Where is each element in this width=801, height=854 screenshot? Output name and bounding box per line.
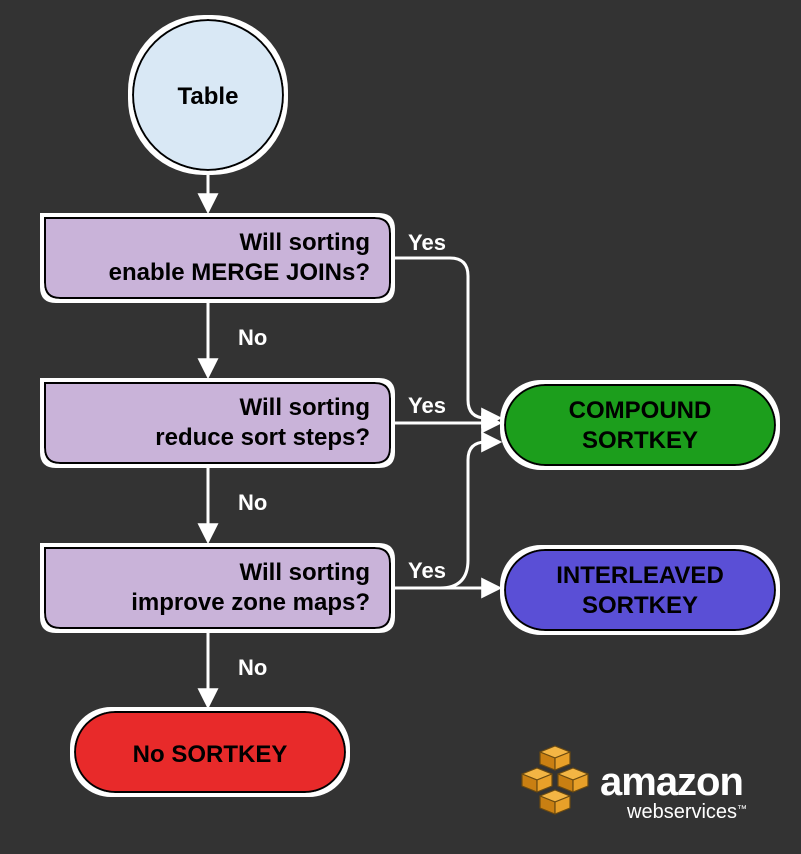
aws-brand-sub: webservices™ (626, 801, 747, 823)
q1-line2: enable MERGE JOINs? (109, 259, 370, 286)
q2-line1: Will sorting (240, 394, 370, 421)
compound-line1: COMPOUND (569, 397, 712, 424)
q2-yes-label: Yes (408, 393, 446, 418)
interleaved-line2: SORTKEY (582, 592, 698, 619)
decision-q2: Will sorting reduce sort steps? (45, 383, 390, 463)
arrow-q3-yes-up (440, 442, 498, 588)
decision-q3: Will sorting improve zone maps? (45, 548, 390, 628)
q1-yes-label: Yes (408, 230, 446, 255)
aws-cubes-icon (522, 746, 588, 814)
outcome-interleaved: INTERLEAVED SORTKEY (505, 550, 775, 630)
aws-logo: amazon webservices™ (522, 746, 747, 823)
start-node: Table (133, 20, 283, 170)
q2-line2: reduce sort steps? (155, 424, 370, 451)
compound-line2: SORTKEY (582, 427, 698, 454)
q3-no-label: No (238, 655, 267, 680)
none-label: No SORTKEY (133, 741, 288, 768)
interleaved-line1: INTERLEAVED (556, 562, 724, 589)
start-label: Table (178, 83, 239, 110)
outcome-none: No SORTKEY (75, 712, 345, 792)
q3-yes-label: Yes (408, 558, 446, 583)
aws-brand-main: amazon (600, 760, 743, 804)
outcome-compound: COMPOUND SORTKEY (505, 385, 775, 465)
q3-line1: Will sorting (240, 559, 370, 586)
q1-no-label: No (238, 325, 267, 350)
decision-q1: Will sorting enable MERGE JOINs? (45, 218, 390, 298)
q1-line1: Will sorting (240, 229, 370, 256)
q3-line2: improve zone maps? (131, 589, 370, 616)
q2-no-label: No (238, 490, 267, 515)
